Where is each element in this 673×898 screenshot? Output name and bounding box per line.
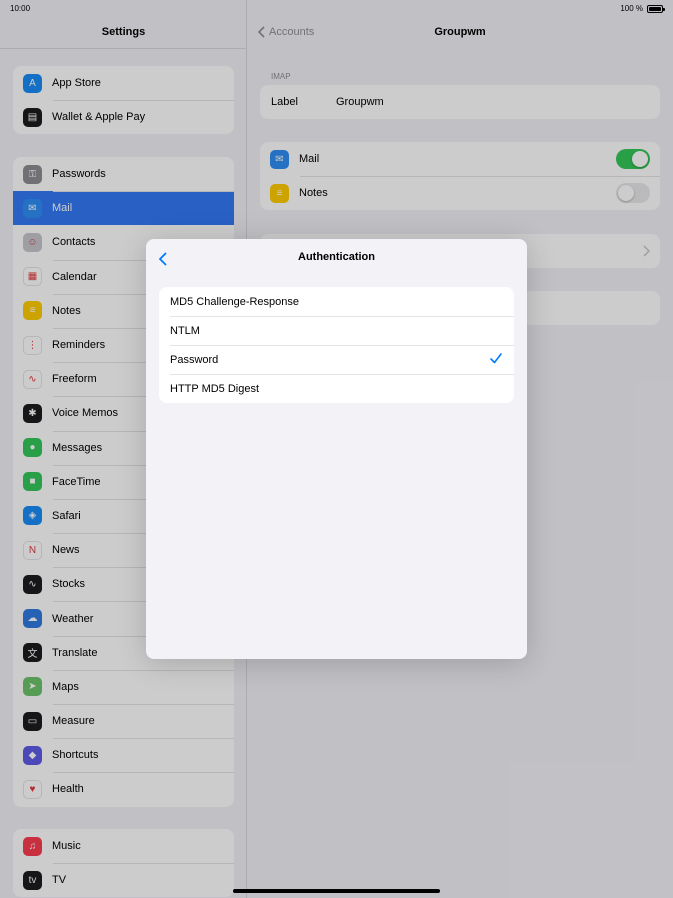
auth-option-ntlm[interactable]: NTLM [159, 316, 514, 345]
screen: Settings A App Store ▤ Wallet & Apple Pay ⚿… [0, 0, 673, 898]
authentication-options: MD5 Challenge-Response NTLM Password HTTP M… [159, 287, 514, 403]
auth-option-label: MD5 Challenge-Response [170, 295, 300, 308]
auth-option-md5-challenge-response[interactable]: MD5 Challenge-Response [159, 287, 514, 316]
auth-option-label: Password [170, 353, 219, 366]
auth-option-label: HTTP MD5 Digest [170, 382, 260, 395]
auth-option-password[interactable]: Password [159, 345, 514, 374]
checkmark-icon [490, 353, 502, 364]
authentication-modal: Authentication MD5 Challenge-Response NTL… [146, 239, 527, 659]
battery-icon [647, 4, 665, 13]
battery-indicator: 100 % [620, 4, 665, 13]
modal-title: Authentication [298, 251, 375, 263]
status-bar: 10:00 100 % [0, 0, 673, 16]
status-time: 10:00 [10, 4, 31, 13]
auth-option-label: NTLM [170, 324, 200, 337]
home-indicator[interactable] [233, 889, 440, 893]
battery-percent: 100 % [620, 4, 643, 13]
auth-option-http-md5-digest[interactable]: HTTP MD5 Digest [159, 374, 514, 403]
